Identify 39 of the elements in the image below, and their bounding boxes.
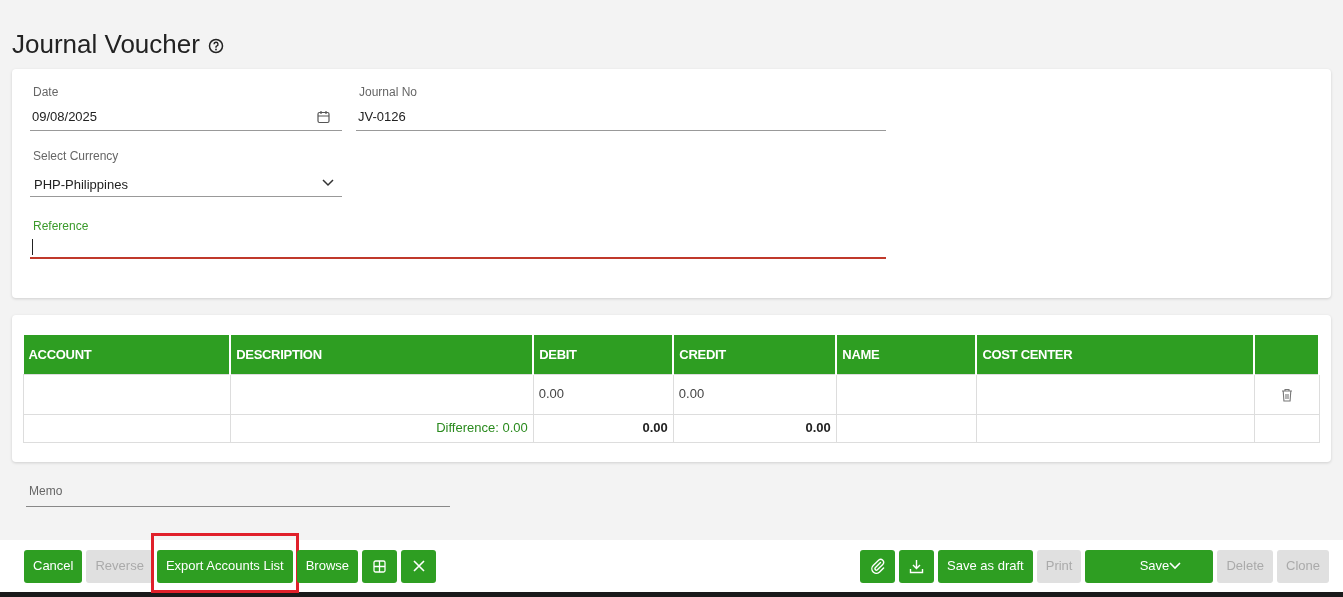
download-icon xyxy=(909,558,925,574)
column-header: CREDIT xyxy=(673,335,837,374)
column-header: COST CENTER xyxy=(976,335,1255,374)
reference-field[interactable] xyxy=(30,237,886,259)
icon-button[interactable] xyxy=(899,549,935,583)
field-label: Memo xyxy=(28,483,64,500)
table-cell: 0.00 xyxy=(673,374,837,414)
total-cell: 0.00 xyxy=(673,414,837,442)
chevron-down-icon xyxy=(322,178,334,187)
difference-text: Difference: 0.00 xyxy=(230,414,534,442)
trash-icon[interactable] xyxy=(1280,387,1293,402)
journal-no-field[interactable]: JV-0126 xyxy=(356,103,886,131)
column-header: DESCRIPTION xyxy=(230,335,534,374)
column-header: NAME xyxy=(836,335,977,374)
action-button[interactable]: Export Accounts List xyxy=(156,549,293,583)
currency-dropdown[interactable]: PHP-Philippines xyxy=(30,169,342,197)
action-button[interactable]: Cancel xyxy=(24,549,83,583)
column-header: ACCOUNT xyxy=(23,335,231,374)
field-label: Reference xyxy=(32,218,90,235)
total-cell: 0.00 xyxy=(533,414,674,442)
date-field[interactable]: 09/08/2025 xyxy=(30,103,342,131)
chevron-down-icon xyxy=(1169,562,1182,570)
paperclip-icon xyxy=(869,558,886,574)
icon-button[interactable] xyxy=(362,549,398,583)
field-label: Select Currency xyxy=(32,148,120,165)
action-button[interactable]: Browse xyxy=(296,549,359,583)
field-label: Date xyxy=(32,84,60,101)
calendar-icon[interactable] xyxy=(317,109,330,124)
close-button[interactable] xyxy=(401,549,437,583)
field-label: Journal No xyxy=(358,84,419,101)
action-button[interactable]: Save as draft xyxy=(938,549,1033,583)
help-icon[interactable] xyxy=(207,37,224,54)
close-icon xyxy=(412,560,425,572)
icon-button[interactable] xyxy=(860,549,896,583)
column-header: DEBIT xyxy=(533,335,674,374)
table-cell: 0.00 xyxy=(533,374,674,414)
table-icon xyxy=(373,559,387,573)
save-split-button[interactable]: Save xyxy=(1085,549,1214,583)
page-title: Journal Voucher xyxy=(12,30,200,57)
